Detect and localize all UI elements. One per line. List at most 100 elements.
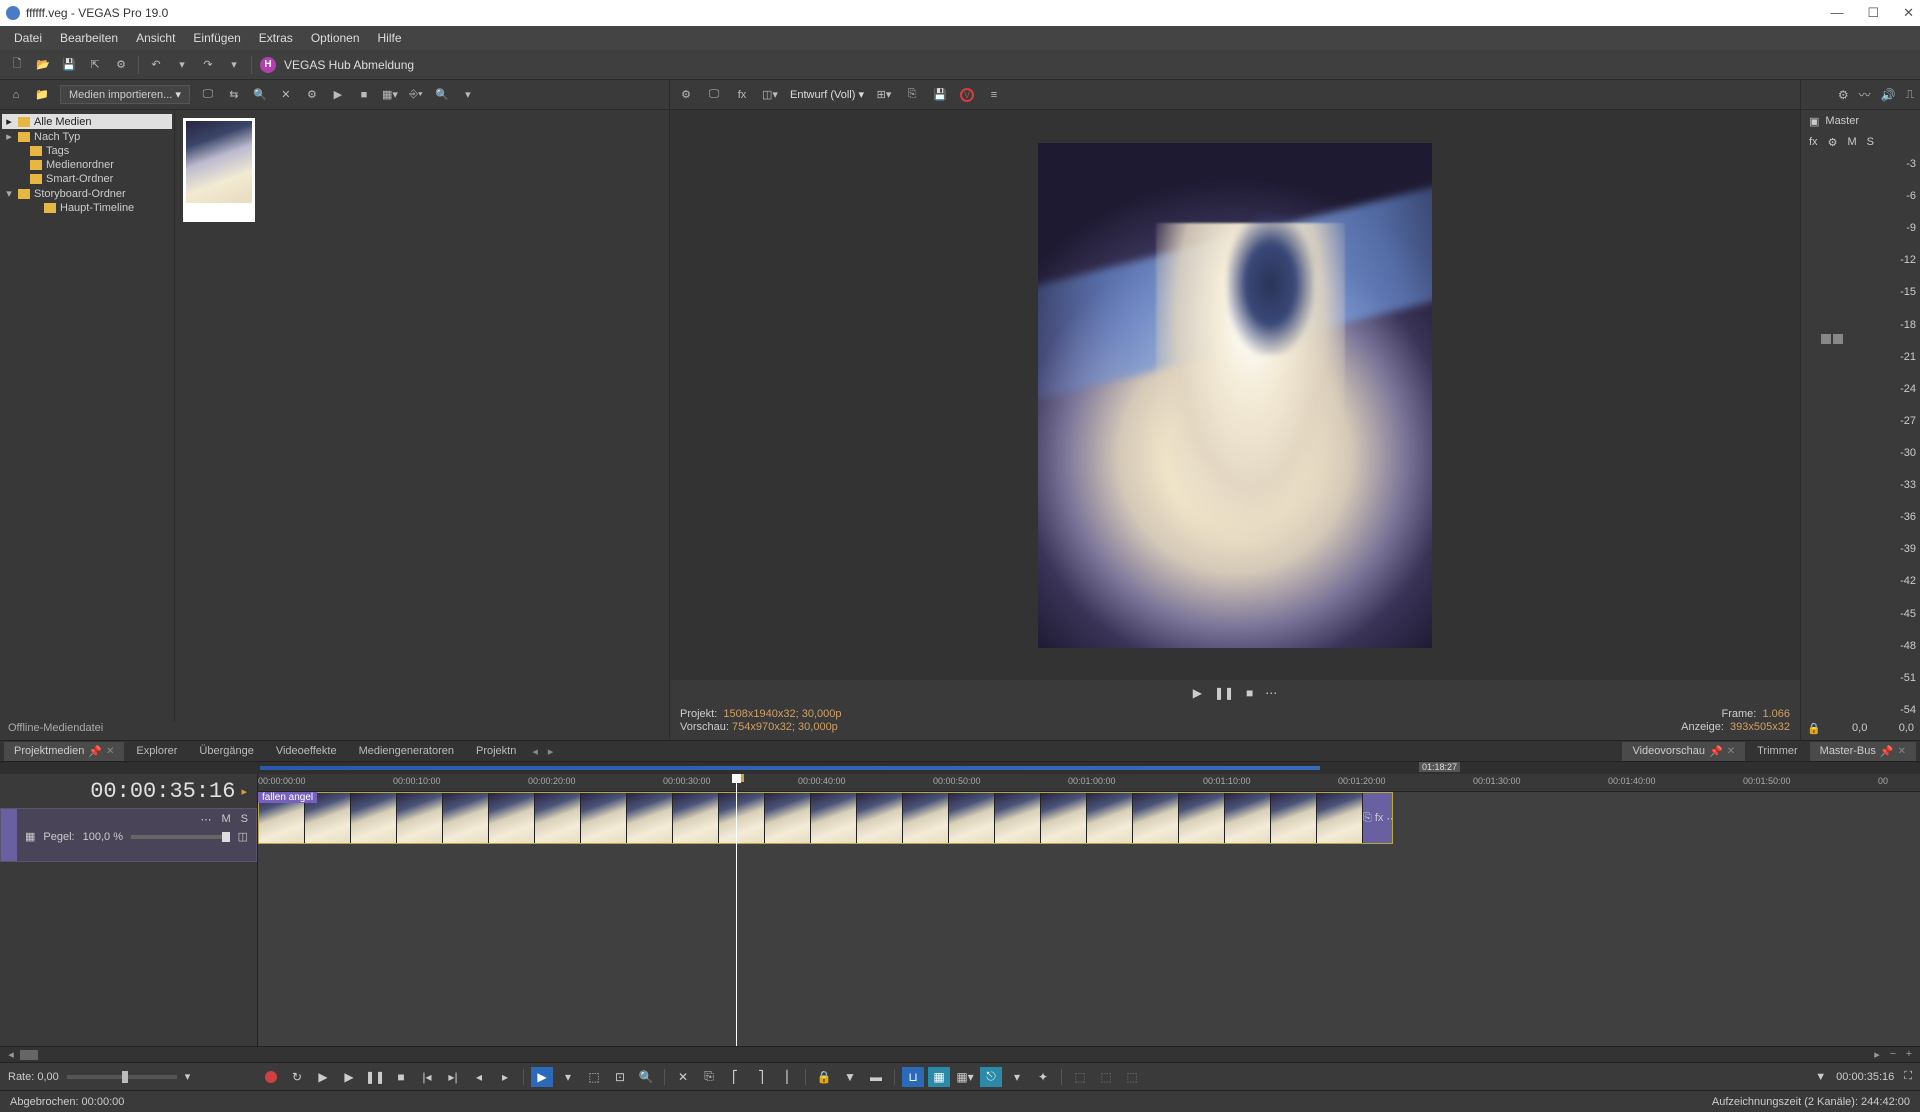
properties-icon[interactable]: ⚙ (112, 56, 130, 74)
master-output-icon[interactable]: ▣ (1809, 115, 1819, 128)
tabs-scroll-left-icon[interactable]: ◂ (528, 745, 542, 758)
prev-frame-button[interactable]: ◂ (468, 1067, 490, 1087)
import-media-button[interactable]: Medien importieren... ▾ (60, 85, 190, 104)
zoom-out-icon[interactable]: − (1886, 1048, 1900, 1061)
media-thumbnail[interactable] (183, 118, 255, 222)
zoom-in-icon[interactable]: + (1902, 1048, 1916, 1061)
copy-button[interactable]: ⎘ (698, 1067, 720, 1087)
selection-tool[interactable]: ⬚ (583, 1067, 605, 1087)
pin-icon[interactable]: 📌 (88, 745, 102, 758)
rate-reset-icon[interactable]: ▾ (185, 1070, 191, 1083)
cut-button[interactable]: ✕ (672, 1067, 694, 1087)
preview-stop-icon[interactable]: ■ (1246, 686, 1253, 700)
media-remove-icon[interactable]: ✕ (278, 87, 294, 103)
tab-uebergaenge[interactable]: Übergänge (189, 742, 263, 760)
lock-icon[interactable]: 🔒 (1807, 722, 1821, 740)
media-home-icon[interactable]: ⌂ (8, 87, 24, 103)
preview-grid-icon[interactable]: ⊞▾ (876, 87, 892, 103)
master-solo-button[interactable]: S (1867, 136, 1874, 148)
scroll-left-icon[interactable]: ◂ (4, 1048, 18, 1061)
media-folder-icon[interactable]: 📁 (34, 87, 50, 103)
media-refresh-icon[interactable]: 🔍 (252, 87, 268, 103)
magnify-tool[interactable]: 🔍 (635, 1067, 657, 1087)
rate-slider[interactable] (67, 1075, 177, 1079)
stop-button[interactable]: ■ (390, 1067, 412, 1087)
maximize-button[interactable]: ☐ (1867, 5, 1879, 21)
trim-start-button[interactable]: ⎡ (724, 1067, 746, 1087)
go-start-button[interactable]: |◂ (416, 1067, 438, 1087)
preview-snapshot-icon[interactable]: 💾 (932, 87, 948, 103)
region-button[interactable]: ▬ (865, 1067, 887, 1087)
master-mixer-icon[interactable]: ⎍ (1906, 87, 1914, 102)
media-capture-icon[interactable]: 🖵 (200, 87, 216, 103)
tab-videoeffekte[interactable]: Videoeffekte (266, 742, 347, 760)
loop-button[interactable]: ↻ (286, 1067, 308, 1087)
tab-explorer[interactable]: Explorer (126, 742, 187, 760)
timeline-scrollbar[interactable]: ◂ ▸ − + (0, 1046, 1920, 1062)
tree-nach-typ[interactable]: ▸Nach Typ (2, 129, 172, 144)
split-button[interactable]: ⎮ (776, 1067, 798, 1087)
tab-videovorschau[interactable]: Videovorschau 📌✕ (1622, 742, 1745, 761)
master-mute-button[interactable]: M (1847, 136, 1856, 148)
master-speaker-icon[interactable]: 🔊 (1881, 88, 1896, 102)
tree-storyboard[interactable]: ▾Storyboard-Ordner (2, 186, 172, 201)
next-frame-button[interactable]: ▸ (494, 1067, 516, 1087)
preview-pause-icon[interactable]: ❚❚ (1214, 686, 1234, 700)
tree-smart-ordner[interactable]: Smart-Ordner (2, 172, 172, 186)
menu-ansicht[interactable]: Ansicht (128, 28, 183, 48)
pin-icon[interactable]: 📌 (1709, 745, 1723, 758)
preview-external-icon[interactable]: 🖵 (706, 87, 722, 103)
go-end-button[interactable]: ▸| (442, 1067, 464, 1087)
media-stop-icon[interactable]: ■ (356, 87, 372, 103)
undo-icon[interactable]: ↶ (147, 56, 165, 74)
timeline-ruler[interactable]: 00:00:00:0000:00:10:0000:00:20:0000:00:3… (258, 774, 1920, 792)
preview-viewport[interactable] (670, 110, 1800, 680)
tree-medienordner[interactable]: Medienordner (2, 158, 172, 172)
tree-tags[interactable]: Tags (2, 144, 172, 158)
scrollbar-thumb[interactable] (20, 1050, 38, 1060)
tabs-scroll-right-icon[interactable]: ▸ (544, 745, 558, 758)
hub-label[interactable]: VEGAS Hub Abmeldung (284, 58, 414, 72)
media-search-icon[interactable]: 🔍 (434, 87, 450, 103)
preview-play-icon[interactable]: ▶ (1193, 686, 1202, 700)
minimize-button[interactable]: — (1830, 5, 1843, 21)
autocrossfade-button[interactable]: ✦ (1032, 1067, 1054, 1087)
video-track-header[interactable]: ⋯ M S ▦ Pegel: 100,0 % ◫ (0, 808, 257, 862)
preview-scope-icon[interactable]: V (960, 88, 974, 102)
timeline-overview[interactable]: 01:18:27 (0, 762, 1920, 774)
transport-timecode[interactable]: 00:00:35:16 (1836, 1071, 1894, 1083)
timeline-tracks[interactable]: 00:00:00:0000:00:10:0000:00:20:0000:00:3… (258, 774, 1920, 1046)
media-play-icon[interactable]: ▶ (330, 87, 346, 103)
track-level-slider[interactable] (131, 835, 230, 839)
track-automation-icon[interactable]: ◫ (238, 830, 248, 843)
menu-hilfe[interactable]: Hilfe (370, 28, 410, 48)
preview-settings-icon[interactable]: ⚙ (678, 87, 694, 103)
menu-datei[interactable]: Datei (6, 28, 50, 48)
track-mute-button[interactable]: M (221, 813, 230, 826)
master-gear-icon[interactable]: ⚙ (1838, 88, 1849, 102)
tab-trimmer[interactable]: Trimmer (1747, 742, 1808, 760)
pause-button[interactable]: ❚❚ (364, 1067, 386, 1087)
play-start-button[interactable]: ▶ (312, 1067, 334, 1087)
preview-fx-icon[interactable]: fx (734, 87, 750, 103)
ripple-options-icon[interactable]: ▾ (1006, 1067, 1028, 1087)
menu-optionen[interactable]: Optionen (303, 28, 368, 48)
preview-copy-icon[interactable]: ⎘ (904, 87, 920, 103)
tab-projektnotizen[interactable]: Projektn (466, 742, 526, 760)
preview-more-icon[interactable]: ⋯ (1265, 686, 1277, 700)
menu-einfuegen[interactable]: Einfügen (185, 28, 248, 48)
quantize-button[interactable]: ▦ (928, 1067, 950, 1087)
master-auto-icon[interactable]: ⚙ (1828, 136, 1838, 149)
render-icon[interactable]: ⇱ (86, 56, 104, 74)
preview-quality-dropdown[interactable]: Entwurf (Voll) ▾ (790, 88, 864, 101)
menu-extras[interactable]: Extras (251, 28, 301, 48)
auto-ripple-button[interactable]: ⎋ (980, 1067, 1002, 1087)
tree-alle-medien[interactable]: ▸Alle Medien (2, 114, 172, 129)
maximize-timeline-icon[interactable]: ⛶ (1904, 1070, 1912, 1083)
media-gear-icon[interactable]: ⚙ (304, 87, 320, 103)
tab-master-bus[interactable]: Master-Bus 📌✕ (1810, 742, 1916, 761)
media-sort-icon[interactable]: ⎆▾ (408, 87, 424, 103)
tab-mediengeneratoren[interactable]: Mediengeneratoren (349, 742, 464, 760)
media-filter-icon[interactable]: ▾ (460, 87, 476, 103)
track-more-icon[interactable]: ⋯ (200, 813, 211, 826)
